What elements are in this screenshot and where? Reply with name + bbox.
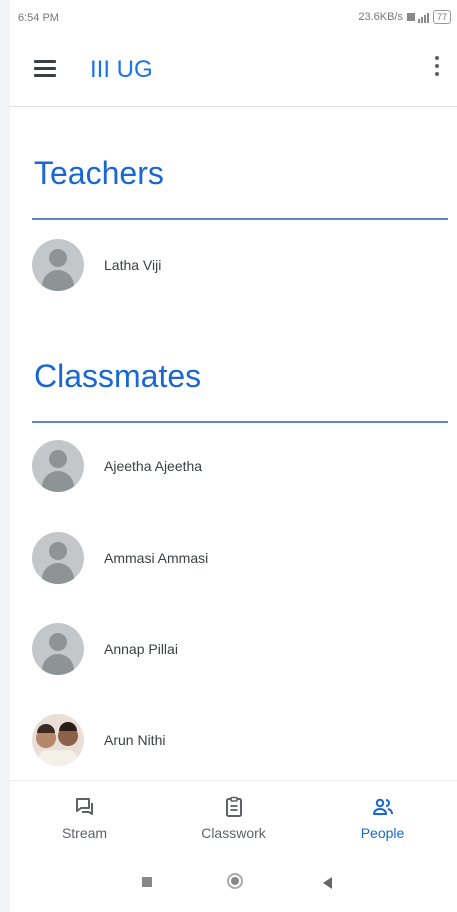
person-name: Ajeetha Ajeetha: [104, 458, 203, 474]
status-indicators: 23.6KB/s 77: [358, 10, 451, 24]
tab-stream[interactable]: Stream: [10, 781, 159, 859]
tab-classwork[interactable]: Classwork: [159, 781, 308, 859]
classwork-icon: [225, 796, 242, 817]
people-screen: 6:54 PM 23.6KB/s 77 III UG Teachers Lath…: [10, 0, 457, 912]
avatar: [32, 440, 84, 492]
stream-icon: [75, 798, 93, 815]
menu-icon[interactable]: [34, 60, 56, 80]
tab-label: Stream: [61, 825, 108, 841]
tab-label: People: [360, 825, 405, 841]
class-title: III UG: [90, 56, 153, 83]
teachers-heading: Teachers: [34, 155, 164, 191]
classmate-row[interactable]: Ammasi Ammasi: [32, 528, 452, 588]
battery-icon: 77: [432, 10, 451, 24]
classmate-row[interactable]: Annap Pillai: [32, 619, 452, 679]
classmate-row[interactable]: Ajeetha Ajeetha: [32, 436, 452, 496]
person-name: Latha Viji: [104, 257, 162, 273]
app-bar: III UG: [10, 36, 457, 107]
classmates-divider: [32, 421, 448, 423]
people-icon: [372, 798, 393, 815]
network-speed: 23.6KB/s: [358, 11, 403, 23]
status-bar: 6:54 PM 23.6KB/s 77: [10, 0, 457, 36]
back-button[interactable]: [323, 877, 332, 889]
avatar: [32, 623, 84, 675]
more-options-icon[interactable]: [431, 56, 443, 84]
teachers-divider: [32, 218, 448, 220]
avatar-photo: [32, 714, 84, 766]
avatar: [32, 532, 84, 584]
tab-label: Classwork: [201, 825, 266, 841]
avatar: [32, 239, 84, 291]
teacher-row[interactable]: Latha Viji: [32, 235, 452, 295]
system-navigation-bar: [10, 858, 457, 912]
classmate-row[interactable]: Arun Nithi: [32, 710, 452, 770]
tab-people[interactable]: People: [308, 781, 457, 859]
status-time: 6:54 PM: [18, 12, 59, 24]
person-name: Arun Nithi: [104, 732, 166, 748]
person-name: Annap Pillai: [104, 641, 178, 657]
home-button[interactable]: [227, 873, 243, 889]
classmates-heading: Classmates: [34, 358, 202, 394]
person-name: Ammasi Ammasi: [104, 550, 209, 566]
bottom-navigation: Stream Classwork People: [10, 780, 457, 859]
recents-button[interactable]: [142, 877, 152, 887]
signal-icon: [406, 13, 429, 23]
